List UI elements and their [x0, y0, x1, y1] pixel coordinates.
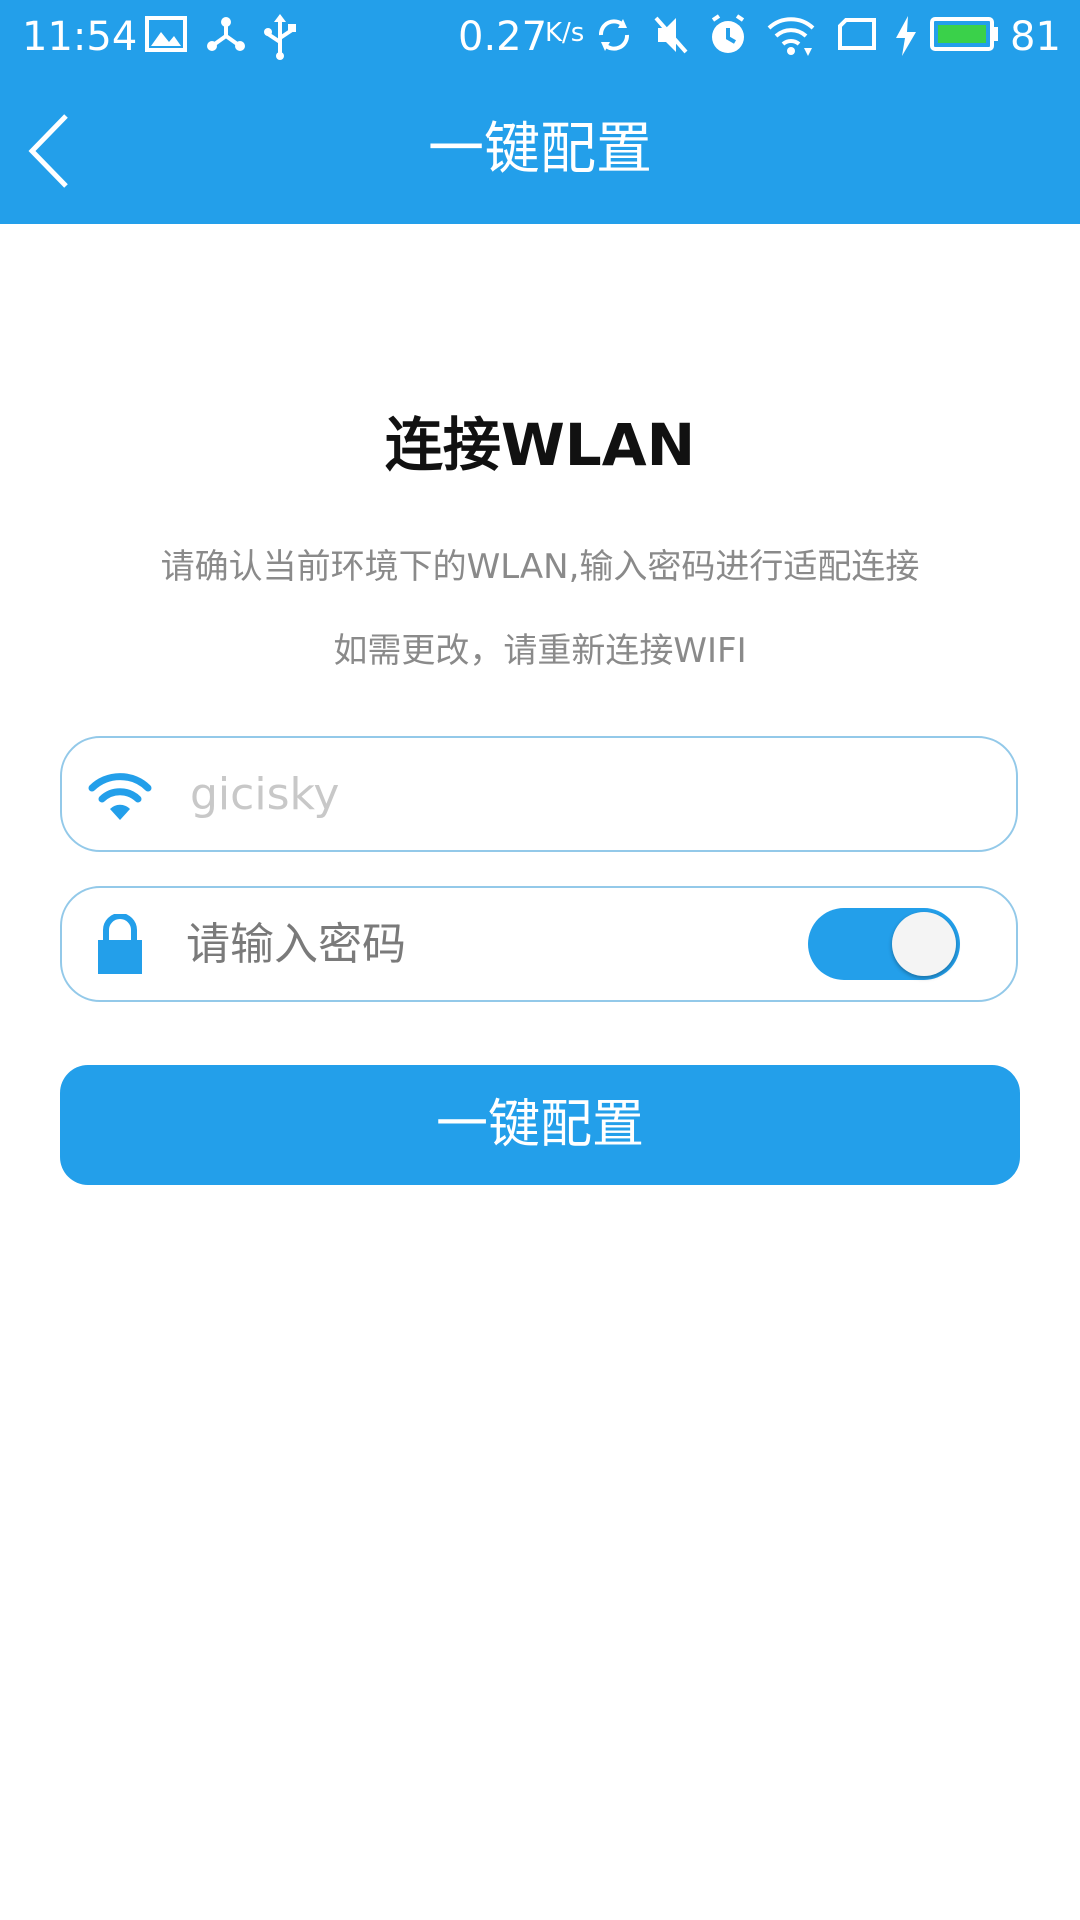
ssid-field	[60, 736, 1018, 852]
usb-icon	[264, 14, 296, 60]
net-speed-unit: K/s	[545, 18, 585, 48]
section-heading: 连接WLAN	[384, 411, 696, 479]
wifi-icon	[767, 17, 815, 56]
password-input[interactable]	[186, 908, 786, 980]
sim-icon	[838, 18, 876, 50]
sync-icon	[599, 19, 629, 51]
image-icon	[145, 16, 187, 52]
battery-icon	[930, 17, 998, 51]
ssid-input[interactable]	[190, 758, 810, 830]
toggle-knob	[892, 912, 956, 976]
status-time: 11:54	[22, 14, 138, 60]
back-button[interactable]	[18, 106, 88, 196]
description-line-2: 如需更改，请重新连接WIFI	[333, 631, 747, 671]
charging-icon	[896, 16, 916, 56]
show-password-toggle[interactable]	[808, 908, 960, 980]
mute-icon	[654, 16, 688, 54]
status-bar: 11:54 0.27 K/s 81	[0, 0, 1080, 76]
page-title: 一键配置	[428, 117, 652, 182]
password-field	[60, 886, 1018, 1002]
net-speed: 0.27	[458, 14, 548, 60]
battery-level: 81	[1010, 14, 1061, 60]
share-icon	[207, 17, 245, 51]
description-line-1: 请确认当前环境下的WLAN,输入密码进行适配连接	[160, 547, 920, 587]
wifi-icon	[88, 773, 152, 820]
lock-icon	[98, 914, 142, 974]
app-bar: 一键配置	[0, 76, 1080, 224]
one-click-config-button[interactable]: 一键配置	[60, 1065, 1020, 1185]
chevron-left-icon	[28, 114, 68, 188]
alarm-icon	[711, 14, 745, 53]
